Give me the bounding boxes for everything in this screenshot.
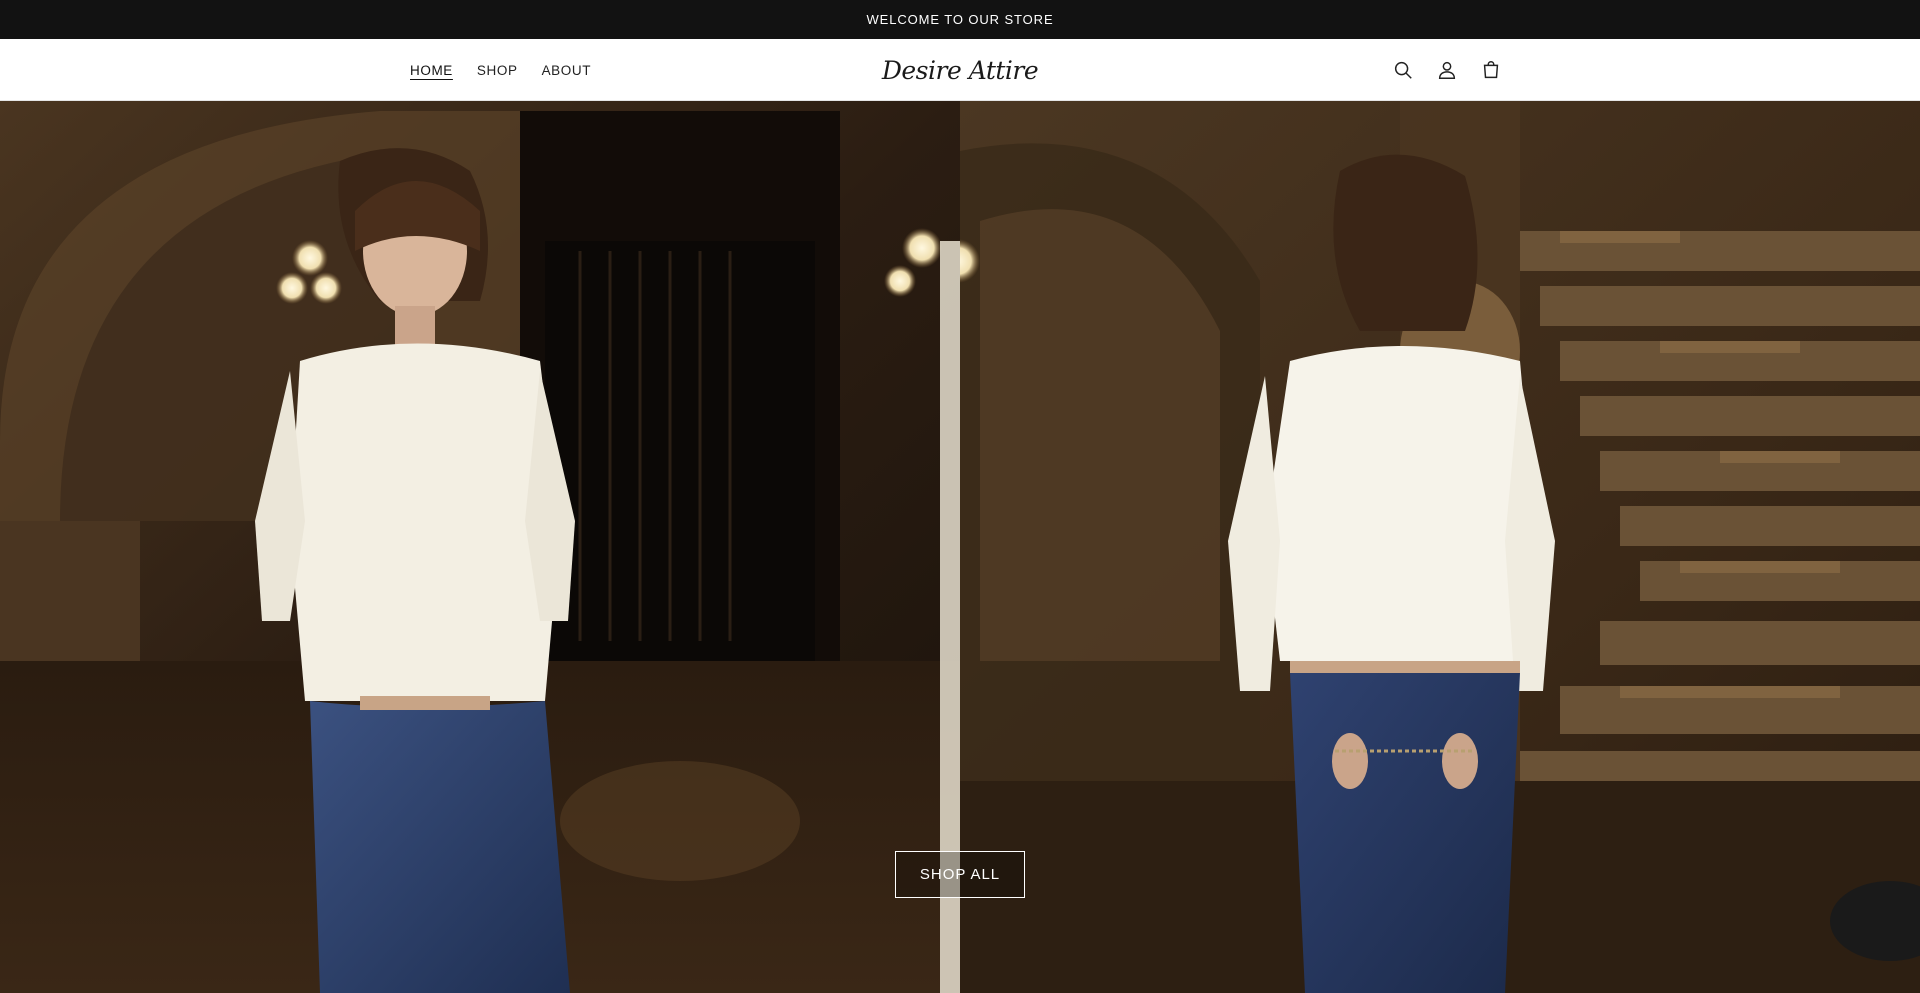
announcement-bar: WELCOME TO OUR STORE bbox=[0, 0, 1920, 39]
brand-logo[interactable]: Desire Attire bbox=[880, 47, 1040, 93]
announcement-text: WELCOME TO OUR STORE bbox=[866, 12, 1054, 27]
site-header: HOME SHOP ABOUT Desire Attire bbox=[0, 39, 1920, 101]
hero-section: SHOP ALL bbox=[0, 101, 1920, 993]
nav-home[interactable]: HOME bbox=[410, 63, 453, 78]
main-nav: HOME SHOP ABOUT bbox=[410, 39, 591, 101]
cart-icon[interactable] bbox=[1478, 57, 1504, 83]
nav-shop[interactable]: SHOP bbox=[477, 63, 518, 78]
account-icon[interactable] bbox=[1434, 57, 1460, 83]
hero-image-right bbox=[960, 101, 1920, 993]
shop-all-button[interactable]: SHOP ALL bbox=[895, 851, 1025, 898]
header-icons bbox=[1390, 39, 1504, 101]
nav-about[interactable]: ABOUT bbox=[542, 63, 592, 78]
hero-image-left bbox=[0, 101, 960, 993]
search-icon[interactable] bbox=[1390, 57, 1416, 83]
